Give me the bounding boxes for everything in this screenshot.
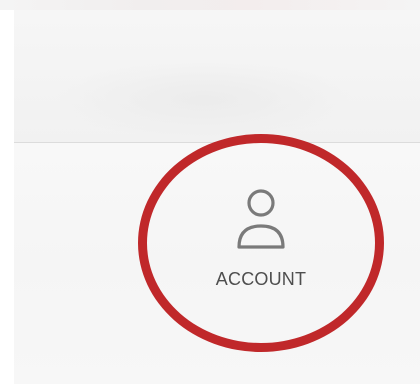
app-window: ACCOUNT <box>0 0 420 384</box>
upper-panel <box>14 10 420 142</box>
highlight-ring <box>138 134 384 352</box>
left-margin <box>0 10 14 384</box>
top-strip <box>0 0 420 10</box>
